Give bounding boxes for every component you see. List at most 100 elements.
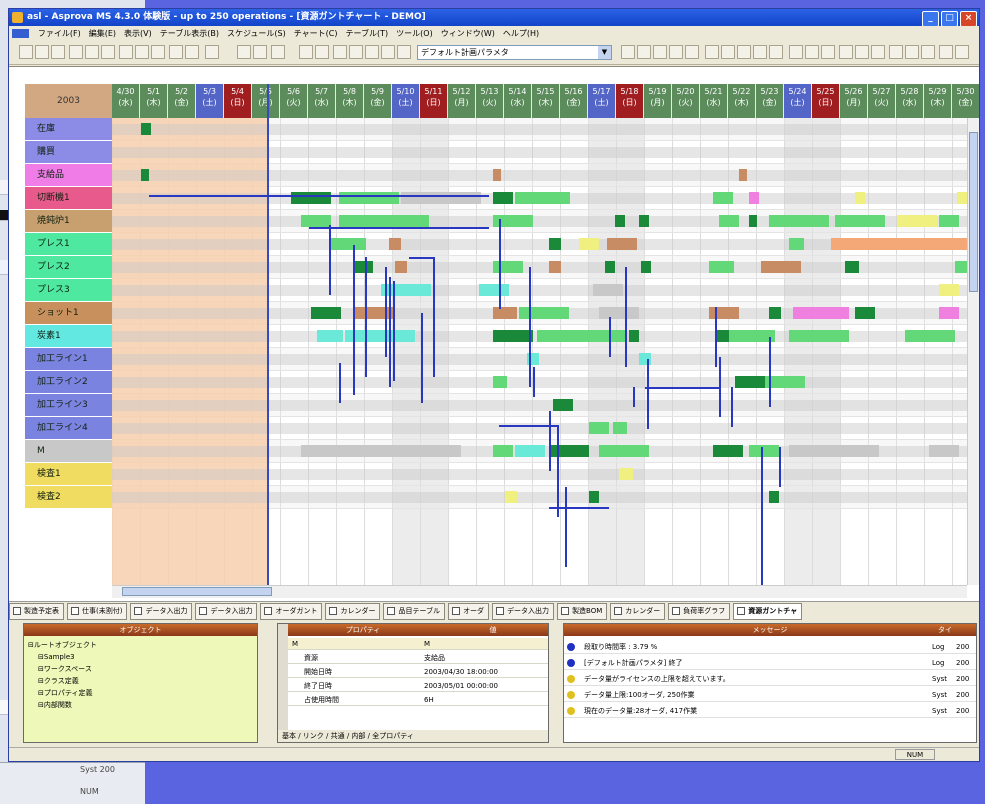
message-row[interactable]: データ量がライセンスの上限を超えています。 Syst 200 xyxy=(564,672,976,686)
menu-item[interactable]: ウィンドウ(W) xyxy=(437,26,499,42)
date-header[interactable]: 5/1 (木) xyxy=(140,84,168,118)
operation-bar[interactable] xyxy=(845,261,859,273)
operation-bar[interactable] xyxy=(311,307,341,319)
menu-item[interactable]: ファイル(F) xyxy=(34,26,85,42)
date-header[interactable]: 5/16 (金) xyxy=(560,84,588,118)
date-header[interactable]: 5/6 (火) xyxy=(280,84,308,118)
date-header[interactable]: 5/14 (水) xyxy=(504,84,532,118)
title-bar[interactable]: asl - Asprova MS 4.3.0 体験版 - up to 250 o… xyxy=(9,9,979,26)
operation-bar[interactable] xyxy=(599,307,639,319)
minimize-icon[interactable]: _ xyxy=(922,11,939,26)
toolbar-button[interactable] xyxy=(19,45,33,59)
toolbar-button[interactable] xyxy=(789,45,803,59)
date-header[interactable]: 5/25 (日) xyxy=(812,84,840,118)
toolbar-button[interactable] xyxy=(721,45,735,59)
toolbar-button[interactable] xyxy=(821,45,835,59)
operation-bar[interactable] xyxy=(717,330,729,342)
property-tabs[interactable]: 基本 / リンク / 共通 / 内部 / 全プロパティ xyxy=(278,730,548,742)
parameter-combo[interactable]: デフォルト計画パラメタ ▼ xyxy=(417,45,612,60)
operation-bar[interactable] xyxy=(831,238,861,250)
operation-bar[interactable] xyxy=(579,238,599,250)
property-row[interactable]: 終了日時 2003/05/01 00:00:00 xyxy=(288,680,548,692)
operation-bar[interactable] xyxy=(613,422,627,434)
date-header[interactable]: 5/20 (火) xyxy=(672,84,700,118)
resource-label[interactable]: 加工ライン4 xyxy=(25,417,112,440)
document-tab[interactable]: 品目テーブル xyxy=(383,603,446,620)
document-tab[interactable]: データ入出力 xyxy=(130,603,193,620)
date-header[interactable]: 5/8 (木) xyxy=(336,84,364,118)
operation-bar[interactable] xyxy=(939,215,959,227)
toolbar-button[interactable] xyxy=(939,45,953,59)
toolbar-button[interactable] xyxy=(805,45,819,59)
operation-bar[interactable] xyxy=(939,284,959,296)
operation-bar[interactable] xyxy=(735,376,765,388)
toolbar-button[interactable] xyxy=(35,45,49,59)
date-header[interactable]: 5/23 (金) xyxy=(756,84,784,118)
toolbar-button[interactable] xyxy=(205,45,219,59)
operation-bar[interactable] xyxy=(939,307,959,319)
operation-bar[interactable] xyxy=(389,238,401,250)
toolbar-button[interactable] xyxy=(169,45,183,59)
resource-label[interactable]: プレス2 xyxy=(25,256,112,279)
toolbar-button[interactable] xyxy=(753,45,767,59)
operation-bar[interactable] xyxy=(713,445,743,457)
document-tab[interactable]: 仕事(未割付) xyxy=(67,603,128,620)
menu-item[interactable]: チャート(C) xyxy=(290,26,342,42)
horizontal-scrollbar[interactable] xyxy=(112,585,967,598)
operation-bar[interactable] xyxy=(291,192,331,204)
date-header[interactable]: 5/30 (金) xyxy=(952,84,979,118)
operation-bar[interactable] xyxy=(605,261,615,273)
operation-bar[interactable] xyxy=(589,491,599,503)
property-row[interactable]: MM xyxy=(288,638,548,650)
operation-bar[interactable] xyxy=(317,330,343,342)
operation-bar[interactable] xyxy=(549,261,561,273)
operation-bar[interactable] xyxy=(929,445,959,457)
operation-bar[interactable] xyxy=(789,445,879,457)
operation-bar[interactable] xyxy=(639,215,649,227)
operation-bar[interactable] xyxy=(339,215,429,227)
resource-label[interactable]: 支給品 xyxy=(25,164,112,187)
menu-item[interactable]: 編集(E) xyxy=(85,26,120,42)
document-tab[interactable]: 負荷率グラフ xyxy=(668,603,731,620)
property-side-tab[interactable] xyxy=(278,624,288,742)
date-header[interactable]: 5/13 (火) xyxy=(476,84,504,118)
date-header[interactable]: 5/12 (月) xyxy=(448,84,476,118)
toolbar-button[interactable] xyxy=(119,45,133,59)
operation-bar[interactable] xyxy=(709,307,739,319)
date-header[interactable]: 5/27 (火) xyxy=(868,84,896,118)
toolbar-button[interactable] xyxy=(705,45,719,59)
toolbar-button[interactable] xyxy=(237,45,251,59)
operation-bar[interactable] xyxy=(709,261,734,273)
operation-bar[interactable] xyxy=(713,192,733,204)
message-row[interactable]: 段取り時間率 : 3.79 % Log 200 xyxy=(564,640,976,654)
operation-bar[interactable] xyxy=(855,307,875,319)
date-header[interactable]: 5/17 (土) xyxy=(588,84,616,118)
toolbar-button[interactable] xyxy=(669,45,683,59)
message-row[interactable]: 現在のデータ量:28オーダ, 417作業 Syst 200 xyxy=(564,704,976,718)
date-header[interactable]: 5/5 (月) xyxy=(252,84,280,118)
operation-bar[interactable] xyxy=(641,261,651,273)
menu-item[interactable]: テーブル(T) xyxy=(342,26,393,42)
date-header[interactable]: 5/24 (土) xyxy=(784,84,812,118)
operation-bar[interactable] xyxy=(331,238,366,250)
menu-item[interactable]: 表示(V) xyxy=(120,26,156,42)
operation-bar[interactable] xyxy=(339,192,399,204)
resource-label[interactable]: 切断機1 xyxy=(25,187,112,210)
toolbar-button[interactable] xyxy=(839,45,853,59)
operation-bar[interactable] xyxy=(589,422,609,434)
operation-bar[interactable] xyxy=(615,215,625,227)
operation-bar[interactable] xyxy=(607,238,637,250)
operation-bar[interactable] xyxy=(493,330,533,342)
resource-label[interactable]: プレス1 xyxy=(25,233,112,256)
toolbar-button[interactable] xyxy=(135,45,149,59)
toolbar-button[interactable] xyxy=(737,45,751,59)
operation-bar[interactable] xyxy=(549,238,561,250)
operation-bar[interactable] xyxy=(749,192,759,204)
document-tab[interactable]: カレンダー xyxy=(610,603,666,620)
date-header[interactable]: 5/10 (土) xyxy=(392,84,420,118)
menu-item[interactable]: スケジュール(S) xyxy=(223,26,290,42)
toolbar-button[interactable] xyxy=(653,45,667,59)
toolbar-button[interactable] xyxy=(315,45,329,59)
operation-bar[interactable] xyxy=(789,330,849,342)
resource-label[interactable]: 加工ライン3 xyxy=(25,394,112,417)
